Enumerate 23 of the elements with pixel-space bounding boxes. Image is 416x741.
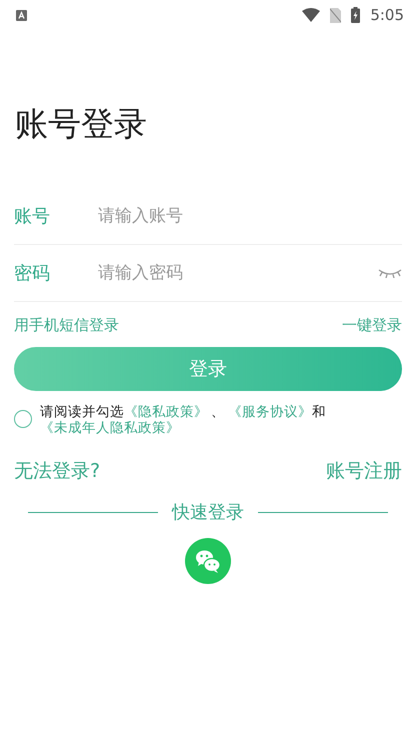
eye-closed-icon[interactable]	[378, 268, 402, 278]
field-label: 密码	[14, 262, 51, 285]
input-field[interactable]: 请输入账号	[98, 206, 402, 226]
no-sim-icon	[330, 8, 342, 22]
battery-icon	[351, 7, 360, 23]
status-time: 5:05	[370, 6, 404, 24]
page-title: 账号登录	[15, 103, 148, 145]
keyboard-icon	[16, 10, 27, 20]
login-button[interactable]: 登录	[14, 347, 402, 391]
one-click-login-link[interactable]: 一键登录	[342, 316, 402, 335]
wifi-icon	[302, 8, 320, 22]
policy-link[interactable]: 《隐私政策》	[124, 404, 208, 420]
policy-link[interactable]: 《未成年人隐私政策》	[40, 420, 180, 436]
input-field[interactable]: 请输入密码	[98, 263, 378, 283]
agreement-text: 请阅读并勾选《隐私政策》 、 《服务协议》和 《未成年人隐私政策》	[40, 404, 327, 436]
sms-login-link[interactable]: 用手机短信登录	[14, 316, 119, 335]
policy-link[interactable]: 《服务协议》	[228, 404, 312, 420]
agreement-radio[interactable]	[14, 410, 32, 428]
quick-login-heading: 快速登录	[172, 501, 244, 524]
chat-bubbles-icon[interactable]	[185, 538, 231, 584]
field-label: 账号	[14, 205, 51, 228]
cannot-login-link[interactable]: 无法登录?	[14, 458, 100, 484]
register-link[interactable]: 账号注册	[326, 458, 402, 484]
